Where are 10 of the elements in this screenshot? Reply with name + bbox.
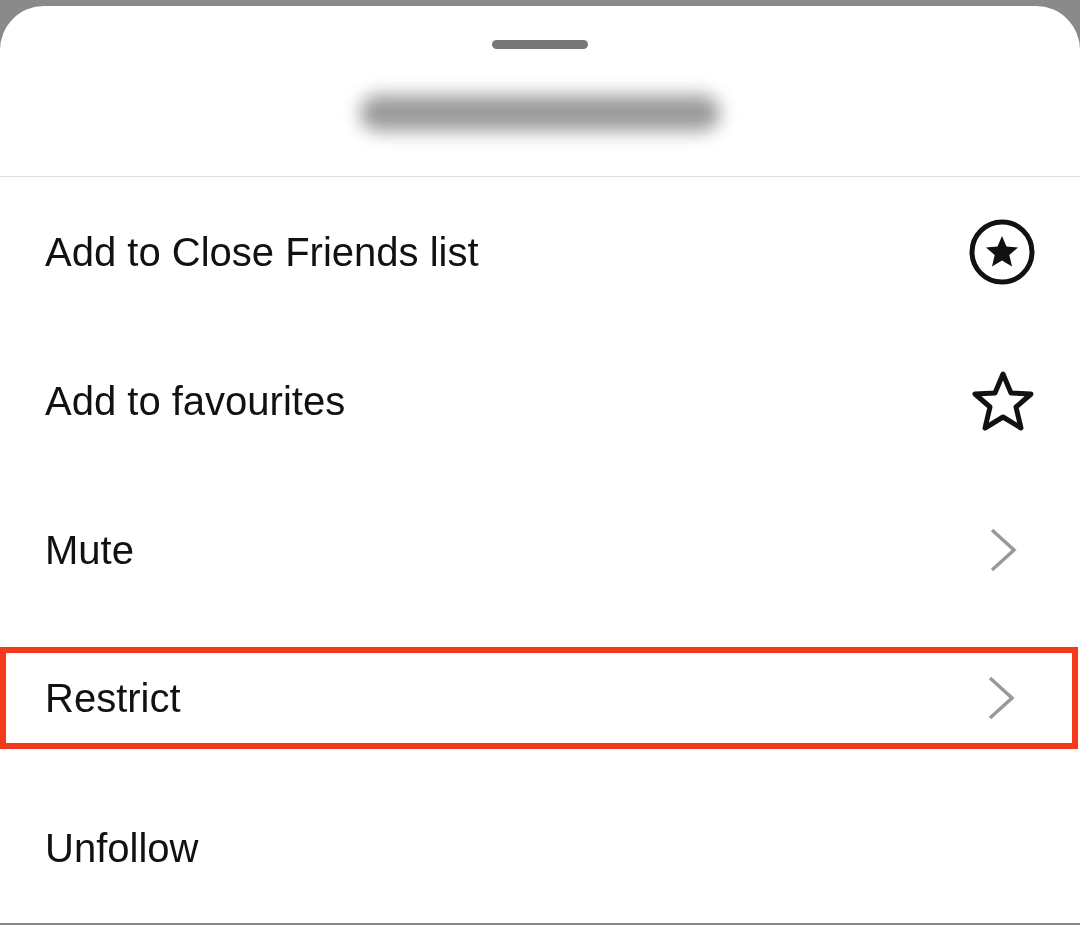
star-circle-icon: [969, 218, 1035, 285]
chevron-icon: [988, 526, 1018, 573]
star-icon: [971, 369, 1035, 432]
menu-item[interactable]: Add to favourites: [0, 326, 1080, 475]
menu-item[interactable]: Unfollow: [0, 773, 1080, 922]
highlighted-menu-item[interactable]: Restrict: [0, 647, 1078, 749]
chevron-icon: [986, 675, 1016, 721]
menu-item[interactable]: Mute: [0, 475, 1080, 624]
menu-item[interactable]: Add to Close Friends list: [0, 177, 1080, 326]
drag-handle[interactable]: [492, 40, 588, 49]
